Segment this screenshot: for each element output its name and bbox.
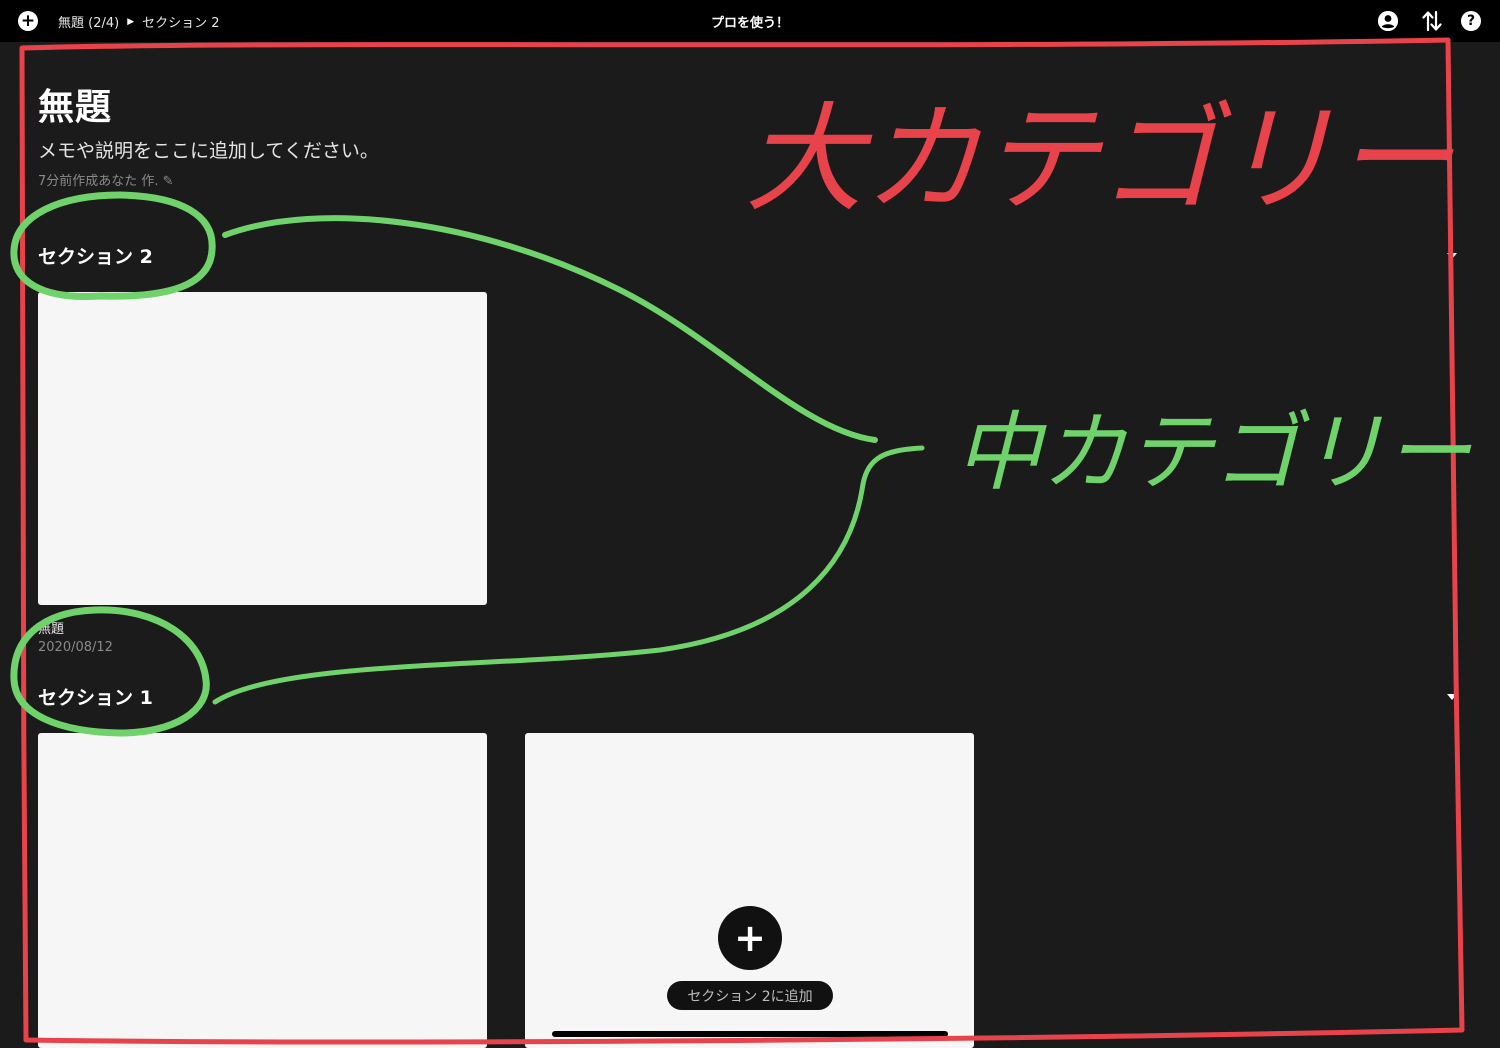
sort-arrows-icon[interactable]: [1422, 9, 1442, 33]
section-2-title[interactable]: セクション 2: [38, 242, 153, 269]
upgrade-pro-link[interactable]: プロを使う！: [711, 16, 789, 31]
section-2-collapse-icon[interactable]: [1447, 253, 1457, 259]
upgrade-pro: プロを使う！: [0, 12, 1500, 31]
board-title[interactable]: 無題: [38, 78, 112, 130]
card-name[interactable]: 無題: [38, 618, 64, 637]
help-icon[interactable]: ?: [1461, 11, 1481, 31]
home-indicator: [552, 1031, 948, 1037]
annotation-large-category: 大カテゴリー: [745, 90, 1454, 228]
section-1-card[interactable]: [38, 733, 487, 1048]
board-meta: 7分前作成あなた 作. ✎: [38, 174, 174, 189]
app-screen: + 無題 (2/4) ▶ セクション 2 プロを使う！ ? 無題 メモや説明をこ…: [0, 0, 1500, 1048]
account-icon[interactable]: [1378, 11, 1398, 31]
section-1-title[interactable]: セクション 1: [38, 683, 153, 710]
annotation-middle-category: 中カテゴリー: [955, 403, 1472, 503]
section-1-collapse-icon[interactable]: [1447, 694, 1457, 700]
add-to-section-button[interactable]: セクション 2に追加: [667, 981, 833, 1010]
account-glyph: [1378, 11, 1398, 31]
add-card-button[interactable]: +: [718, 906, 782, 970]
top-bar: + 無題 (2/4) ▶ セクション 2 プロを使う！ ?: [0, 0, 1500, 42]
board-description[interactable]: メモや説明をここに追加してください。: [38, 136, 379, 163]
section-2-card[interactable]: [38, 292, 487, 605]
card-date: 2020/08/12: [38, 640, 113, 655]
